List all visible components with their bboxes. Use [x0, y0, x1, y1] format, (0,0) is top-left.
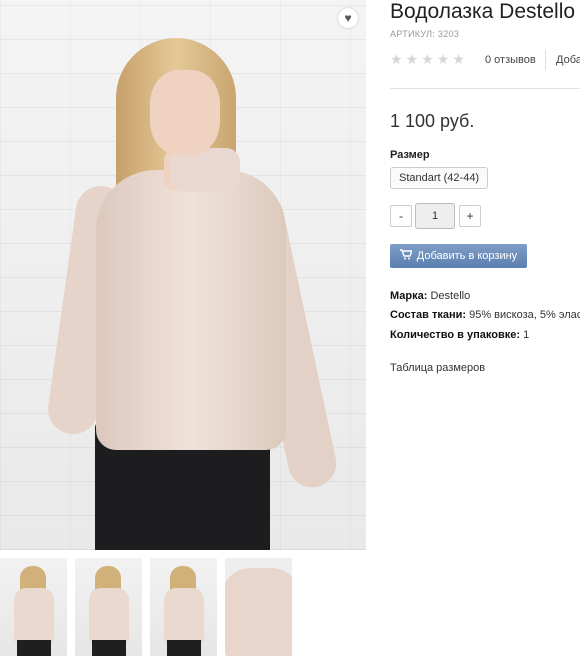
thumb-pants [167, 640, 201, 656]
brand-label: Марка: [390, 290, 428, 302]
divider [390, 88, 580, 89]
thumb-pants [92, 640, 126, 656]
cart-icon [399, 249, 413, 263]
thumb-closeup-fabric [225, 568, 292, 656]
star-icon[interactable]: ★ [421, 52, 434, 66]
thumbnail-3[interactable] [150, 558, 217, 656]
pack-quantity-value: 1 [523, 329, 530, 341]
thumbnail-strip [0, 558, 292, 656]
product-title: Водолазка Destello [390, 0, 576, 23]
size-option-button[interactable]: Standart (42-44) [390, 167, 489, 189]
fabric-value: 95% вискоза, 5% эластан [469, 309, 580, 321]
thumb-body [164, 588, 204, 643]
fabric-label: Состав ткани: [390, 309, 467, 321]
quantity-increase-button[interactable]: + [459, 205, 481, 227]
thumb-pants [17, 640, 51, 656]
model-face [150, 70, 220, 155]
size-table-link[interactable]: Таблица размеров [390, 362, 485, 374]
thumbnail-4[interactable] [225, 558, 292, 656]
divider-vertical [545, 50, 546, 70]
add-review-link[interactable]: Доба [556, 54, 580, 66]
add-to-cart-button[interactable]: Добавить в корзину [390, 244, 527, 268]
star-icon[interactable]: ★ [452, 52, 465, 66]
product-main-image[interactable]: ♥ [0, 0, 366, 550]
thumbnail-2[interactable] [75, 558, 142, 656]
size-label: Размер [390, 149, 430, 161]
rating-stars[interactable]: ★ ★ ★ ★ ★ [390, 52, 465, 66]
pack-quantity-row: Количество в упаковке: 1 [390, 329, 529, 341]
brand-row: Марка: Destello [390, 290, 470, 302]
quantity-decrease-button[interactable]: - [390, 205, 412, 227]
heart-icon[interactable]: ♥ [338, 8, 358, 28]
quantity-input[interactable]: 1 [415, 203, 455, 229]
thumb-body [89, 588, 129, 643]
star-icon[interactable]: ★ [406, 52, 419, 66]
thumb-body [14, 588, 54, 643]
model-turtleneck [96, 170, 286, 450]
brand-value: Destello [430, 290, 471, 302]
product-sku: АРТИКУЛ: 3203 [390, 29, 460, 39]
thumbnail-1[interactable] [0, 558, 67, 656]
pack-quantity-label: Количество в упаковке: [390, 329, 520, 341]
star-icon[interactable]: ★ [390, 52, 403, 66]
star-icon[interactable]: ★ [437, 52, 450, 66]
fabric-row: Состав ткани: 95% вискоза, 5% эластан [390, 309, 580, 321]
add-to-cart-label: Добавить в корзину [416, 250, 518, 262]
product-price: 1 100 руб. [390, 111, 475, 131]
reviews-link[interactable]: 0 отзывов [485, 54, 536, 66]
